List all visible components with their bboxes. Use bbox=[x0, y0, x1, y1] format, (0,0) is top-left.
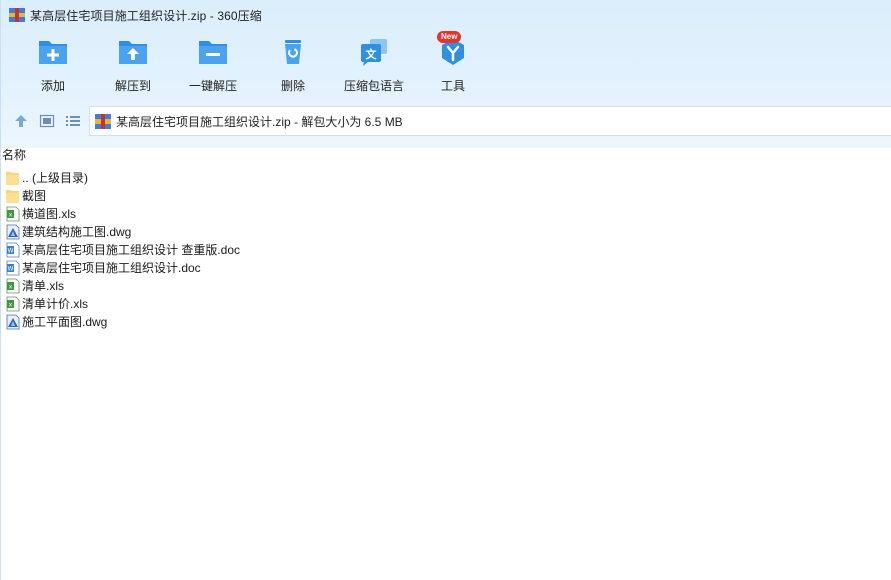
file-name: 建筑结构施工图.dwg bbox=[22, 225, 132, 239]
file-name: 某高层住宅项目施工组织设计 查重版.doc bbox=[22, 243, 241, 257]
one-click-extract-icon bbox=[199, 41, 227, 64]
svg-text:W: W bbox=[8, 266, 14, 273]
list-item[interactable]: x 清单.xls bbox=[1, 277, 891, 295]
folder-icon bbox=[6, 190, 19, 203]
zip-archive-icon bbox=[9, 8, 25, 22]
xls-file-icon: x bbox=[6, 206, 20, 222]
xls-file-icon: x bbox=[6, 296, 20, 312]
column-header-name[interactable]: 名称 bbox=[1, 148, 891, 166]
up-level-icon[interactable] bbox=[13, 113, 29, 129]
archive-language-button[interactable]: 文 压缩包语言 bbox=[337, 36, 411, 98]
list-item[interactable]: 建筑结构施工图.dwg bbox=[1, 223, 891, 241]
folder-icon bbox=[6, 172, 19, 185]
delete-button[interactable]: 删除 bbox=[258, 36, 328, 98]
svg-text:W: W bbox=[8, 248, 14, 255]
list-view-icon[interactable] bbox=[65, 113, 81, 129]
file-name: 清单.xls bbox=[22, 279, 65, 293]
dwg-file-icon bbox=[6, 224, 20, 240]
delete-label: 删除 bbox=[280, 79, 305, 93]
one-click-extract-label: 一键解压 bbox=[188, 79, 237, 93]
add-icon bbox=[39, 41, 67, 64]
add-button[interactable]: 添加 bbox=[18, 36, 88, 98]
file-name: 截图 bbox=[22, 189, 47, 203]
tools-button[interactable]: New 工具 bbox=[418, 31, 488, 98]
extract-to-icon bbox=[119, 41, 147, 64]
file-name: 施工平面图.dwg bbox=[22, 315, 108, 329]
app-window: 某高层住宅项目施工组织设计.zip - 360压缩 添加 解压到 一键解压 删除… bbox=[0, 0, 891, 580]
svg-text:文: 文 bbox=[366, 47, 378, 61]
extract-to-button[interactable]: 解压到 bbox=[98, 36, 168, 98]
archive-language-icon: 文 bbox=[361, 39, 387, 66]
title-bar: 某高层住宅项目施工组织设计.zip - 360压缩 bbox=[1, 0, 891, 30]
list-item[interactable]: x 清单计价.xls bbox=[1, 295, 891, 313]
file-name: 某高层住宅项目施工组织设计.doc bbox=[22, 261, 201, 275]
list-item[interactable]: W 某高层住宅项目施工组织设计.doc bbox=[1, 259, 891, 277]
doc-file-icon: W bbox=[6, 242, 20, 258]
tools-label: 工具 bbox=[440, 79, 465, 93]
doc-file-icon: W bbox=[6, 260, 20, 276]
file-list: .. (上级目录) 截图 x 横道图.xls 建筑结构施工图.dwg W 某高层… bbox=[1, 169, 891, 331]
svg-text:x: x bbox=[9, 212, 13, 219]
one-click-extract-button[interactable]: 一键解压 bbox=[178, 36, 248, 98]
path-field[interactable]: 某高层住宅项目施工组织设计.zip - 解包大小为 6.5 MB bbox=[89, 106, 891, 136]
dwg-file-icon bbox=[6, 314, 20, 330]
file-name: .. (上级目录) bbox=[22, 171, 88, 185]
list-item[interactable]: 截图 bbox=[1, 187, 891, 205]
address-bar: 某高层住宅项目施工组织设计.zip - 解包大小为 6.5 MB bbox=[1, 106, 891, 136]
svg-text:x: x bbox=[9, 302, 13, 309]
thumbnail-view-icon[interactable] bbox=[39, 113, 55, 129]
extract-to-label: 解压到 bbox=[114, 79, 151, 93]
list-item[interactable]: W 某高层住宅项目施工组织设计 查重版.doc bbox=[1, 241, 891, 259]
archive-path-text: 某高层住宅项目施工组织设计.zip - 解包大小为 6.5 MB bbox=[116, 114, 403, 129]
file-name: 清单计价.xls bbox=[22, 297, 89, 311]
list-item[interactable]: 施工平面图.dwg bbox=[1, 313, 891, 331]
new-badge: New bbox=[437, 31, 462, 43]
svg-text:x: x bbox=[9, 284, 13, 291]
window-title: 某高层住宅项目施工组织设计.zip - 360压缩 bbox=[30, 8, 262, 23]
xls-file-icon: x bbox=[6, 278, 20, 294]
archive-language-label: 压缩包语言 bbox=[343, 79, 404, 93]
add-label: 添加 bbox=[40, 79, 65, 93]
list-item[interactable]: x 横道图.xls bbox=[1, 205, 891, 223]
list-item-parent-directory[interactable]: .. (上级目录) bbox=[1, 169, 891, 187]
file-name: 横道图.xls bbox=[22, 207, 77, 221]
delete-icon bbox=[285, 40, 301, 64]
zip-archive-icon bbox=[95, 113, 111, 129]
